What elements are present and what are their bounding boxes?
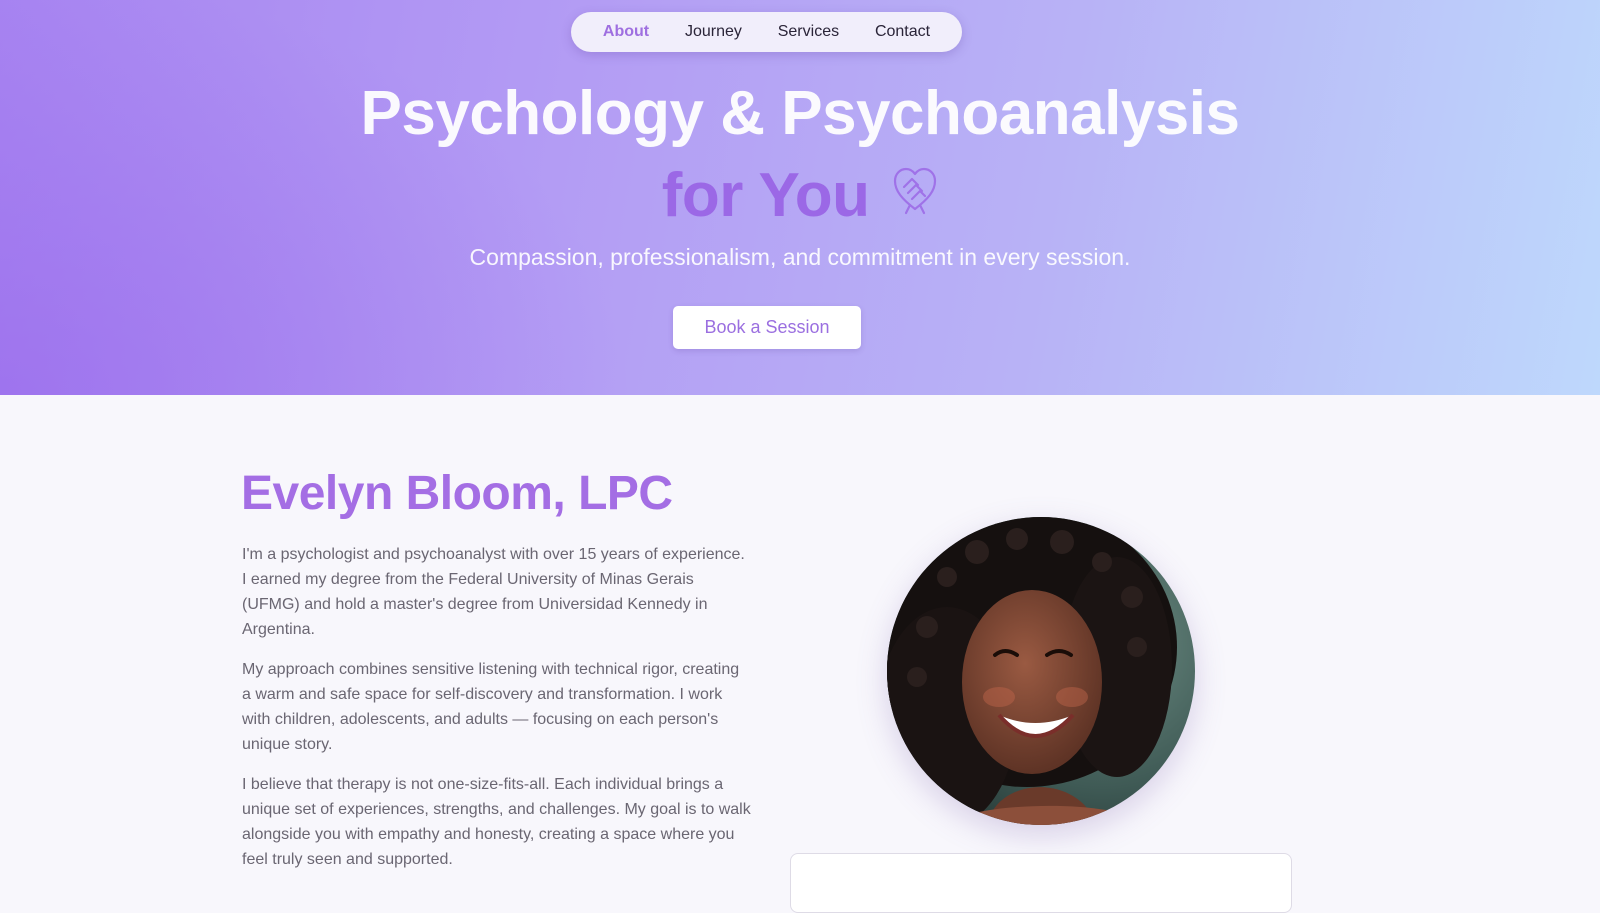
- nav-item-contact[interactable]: Contact: [869, 19, 936, 45]
- hero-title-line2: for You: [0, 160, 1600, 231]
- nav-item-about[interactable]: About: [597, 19, 655, 45]
- book-session-button[interactable]: Book a Session: [673, 306, 861, 349]
- about-paragraph: I'm a psychologist and psychoanalyst wit…: [242, 546, 745, 638]
- heart-hands-icon: [892, 159, 938, 230]
- about-paragraph: I believe that therapy is not one-size-f…: [242, 776, 751, 868]
- top-nav: About Journey Services Contact: [571, 12, 962, 52]
- about-paragraph: My approach combines sensitive listening…: [242, 661, 740, 753]
- hero-title: Psychology & Psychoanalysis: [360, 79, 1241, 148]
- hero-subtitle: Compassion, professionalism, and commitm…: [469, 244, 1131, 270]
- about-text: I'm a psychologist and psychoanalyst wit…: [242, 542, 752, 887]
- hero-title-accent: for You: [661, 161, 870, 230]
- hero-section: About Journey Services Contact Psycholog…: [0, 0, 1600, 395]
- nav-item-services[interactable]: Services: [772, 19, 845, 45]
- profile-photo: [887, 517, 1195, 825]
- info-card: [790, 853, 1292, 913]
- nav-item-journey[interactable]: Journey: [679, 19, 748, 45]
- about-heading: Evelyn Bloom, LPC: [241, 467, 673, 520]
